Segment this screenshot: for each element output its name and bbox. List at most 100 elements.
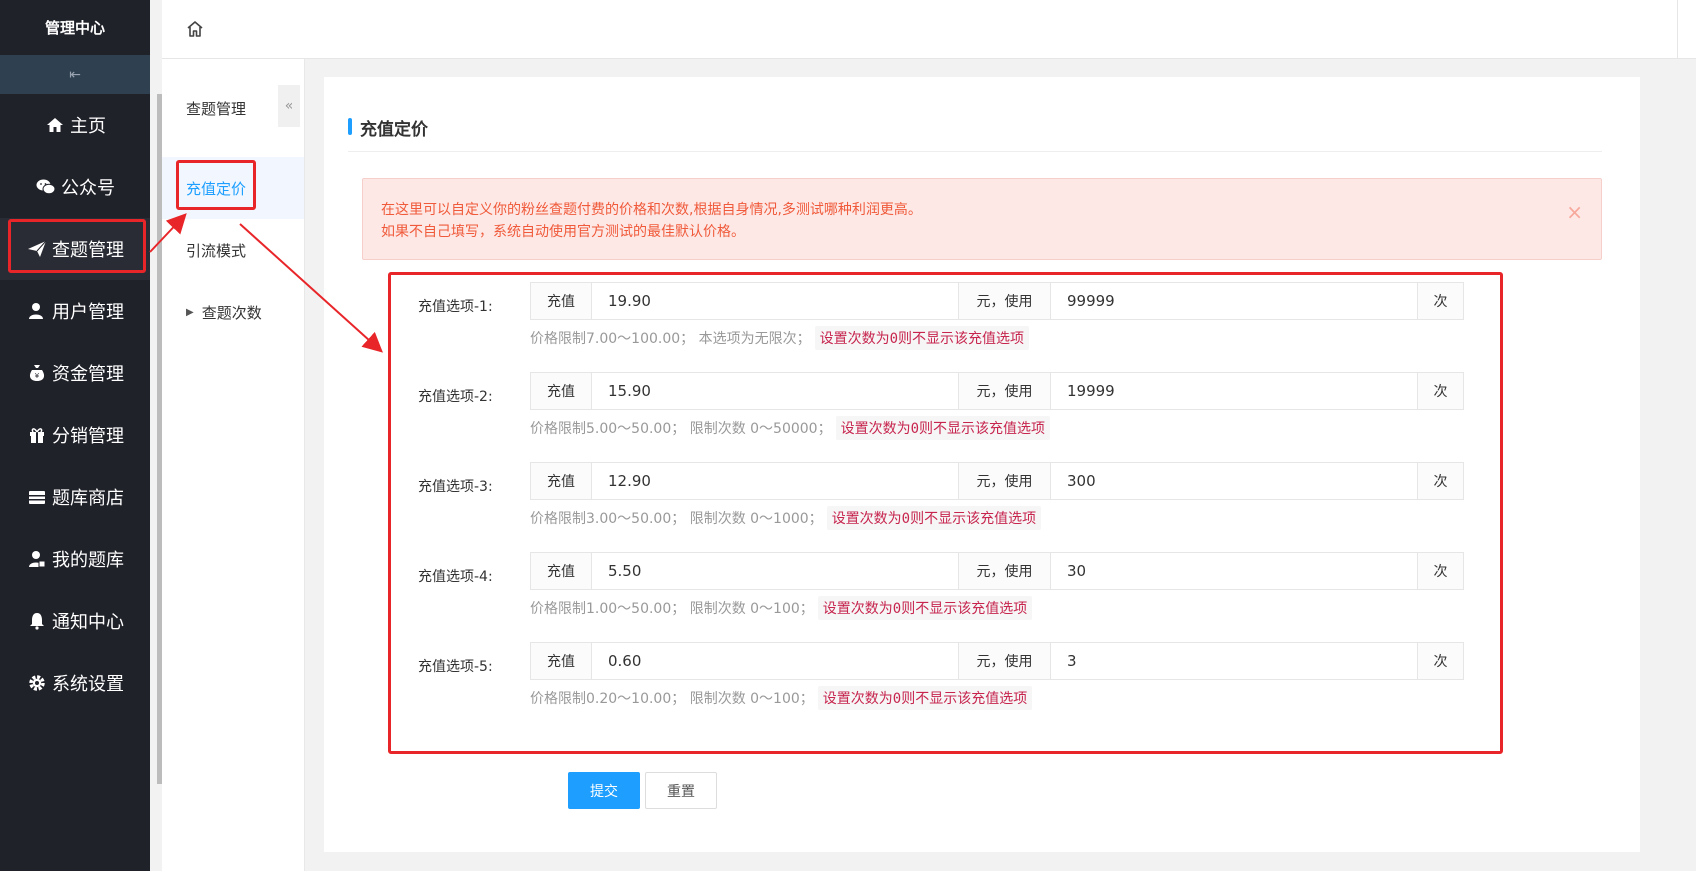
prefix-addon: 充值: [531, 283, 592, 319]
sidebar-item-my-questions[interactable]: 我的题库: [0, 528, 150, 590]
home-icon: [44, 114, 66, 136]
secondary-nav: 查题管理 « 充值定价 引流模式 ▶ 查题次数: [162, 59, 305, 871]
middle-addon: 元，使用: [958, 283, 1051, 319]
option-label: 充值选项-5:: [418, 659, 493, 675]
option-hint: 价格限制5.00～50.00； 限制次数 0～50000； 设置次数为0则不显示…: [530, 416, 1051, 440]
caret-right-icon: ▶: [186, 306, 194, 318]
hint-text: 价格限制3.00～50.00； 限制次数 0～1000；: [530, 511, 823, 527]
recharge-option-row: 充值选项-3: 充值 元，使用 次 价格限制3.00～50.00； 限制次数 0…: [362, 450, 1602, 548]
sidebar-item-label: 公众号: [61, 178, 115, 199]
price-input[interactable]: [592, 463, 958, 499]
wechat-icon: [35, 176, 57, 198]
sidebar-item-query-management[interactable]: 查题管理: [0, 218, 150, 280]
option-hint: 价格限制7.00～100.00； 本选项为无限次； 设置次数为0则不显示该充值选…: [530, 326, 1030, 350]
option-hint: 价格限制1.00～50.00； 限制次数 0～100； 设置次数为0则不显示该充…: [530, 596, 1033, 620]
price-input[interactable]: [592, 373, 958, 409]
hint-note: 设置次数为0则不显示该充值选项: [817, 596, 1033, 620]
option-label: 充值选项-4:: [418, 569, 493, 585]
subnav-item-label: 充值定价: [186, 179, 247, 198]
subnav-item-label: 查题次数: [201, 303, 262, 322]
price-input[interactable]: [592, 553, 958, 589]
bell-icon: [26, 610, 48, 632]
sidebar-item-funds[interactable]: ¥ 资金管理: [0, 342, 150, 404]
suffix-addon: 次: [1417, 283, 1463, 319]
secondary-nav-fold-button[interactable]: «: [278, 85, 300, 127]
option-input-group: 充值 元，使用 次: [530, 372, 1464, 410]
subnav-item-label: 引流模式: [186, 241, 247, 260]
subnav-item-recharge-pricing[interactable]: 充值定价: [162, 157, 304, 219]
store-icon: [26, 486, 48, 508]
sidebar-item-label: 主页: [70, 116, 106, 137]
option-input-group: 充值 元，使用 次: [530, 282, 1464, 320]
hint-note: 设置次数为0则不显示该充值选项: [835, 416, 1051, 440]
gift-icon: [26, 424, 48, 446]
hint-text: 价格限制5.00～50.00； 限制次数 0～50000；: [530, 421, 832, 437]
home-button[interactable]: [184, 18, 206, 40]
count-input[interactable]: [1051, 373, 1417, 409]
middle-addon: 元，使用: [958, 643, 1051, 679]
recharge-option-row: 充值选项-2: 充值 元，使用 次 价格限制5.00～50.00； 限制次数 0…: [362, 360, 1602, 458]
sidebar-item-label: 题库商店: [52, 488, 124, 509]
hint-text: 价格限制7.00～100.00； 本选项为无限次；: [530, 331, 811, 347]
sidebar-item-label: 我的题库: [52, 550, 124, 571]
subnav-item-traffic-mode[interactable]: 引流模式: [162, 219, 304, 281]
hint-note: 设置次数为0则不显示该充值选项: [817, 686, 1033, 710]
main-card: 充值定价 在这里可以自定义你的粉丝查题付费的价格和次数,根据自身情况,多测试哪种…: [324, 77, 1640, 852]
header-divider: [1677, 0, 1678, 59]
alert-line-1: 在这里可以自定义你的粉丝查题付费的价格和次数,根据自身情况,多测试哪种利润更高。: [381, 202, 922, 218]
option-hint: 价格限制0.20～10.00； 限制次数 0～100； 设置次数为0则不显示该充…: [530, 686, 1033, 710]
user-book-icon: [26, 548, 48, 570]
sidebar-item-notifications[interactable]: 通知中心: [0, 590, 150, 652]
submit-button[interactable]: 提交: [568, 772, 640, 809]
suffix-addon: 次: [1417, 373, 1463, 409]
option-label: 充值选项-3:: [418, 479, 493, 495]
prefix-addon: 充值: [531, 643, 592, 679]
option-input-group: 充值 元，使用 次: [530, 642, 1464, 680]
hint-note: 设置次数为0则不显示该充值选项: [826, 506, 1042, 530]
suffix-addon: 次: [1417, 463, 1463, 499]
paper-plane-icon: [26, 238, 48, 260]
price-input[interactable]: [592, 283, 958, 319]
sidebar-menu: 主页 公众号 查题管理 用户管理 ¥ 资金管理 分销管理 题库商店 我的题库 通…: [0, 94, 150, 714]
info-alert: 在这里可以自定义你的粉丝查题付费的价格和次数,根据自身情况,多测试哪种利润更高。…: [362, 178, 1602, 260]
hint-text: 价格限制0.20～10.00； 限制次数 0～100；: [530, 691, 814, 707]
sidebar-item-wechat[interactable]: 公众号: [0, 156, 150, 218]
sidebar-item-label: 系统设置: [52, 674, 124, 695]
sidebar-item-label: 资金管理: [52, 364, 124, 385]
middle-addon: 元，使用: [958, 463, 1051, 499]
sidebar-item-settings[interactable]: 系统设置: [0, 652, 150, 714]
option-label: 充值选项-1:: [418, 299, 493, 315]
alert-line-2: 如果不自己填写，系统自动使用官方测试的最佳默认价格。: [381, 224, 745, 240]
option-input-group: 充值 元，使用 次: [530, 552, 1464, 590]
sidebar-item-home[interactable]: 主页: [0, 94, 150, 156]
count-input[interactable]: [1051, 643, 1417, 679]
recharge-option-row: 充值选项-1: 充值 元，使用 次 价格限制7.00～100.00； 本选项为无…: [362, 270, 1602, 368]
count-input[interactable]: [1051, 553, 1417, 589]
main-sidebar: 管理中心 ⇤ 主页 公众号 查题管理 用户管理 ¥ 资金管理 分销管理 题库商店…: [0, 0, 150, 871]
close-icon[interactable]: ×: [1566, 201, 1583, 223]
prefix-addon: 充值: [531, 463, 592, 499]
sidebar-item-users[interactable]: 用户管理: [0, 280, 150, 342]
recharge-option-row: 充值选项-5: 充值 元，使用 次 价格限制0.20～10.00； 限制次数 0…: [362, 630, 1602, 728]
sidebar-item-label: 用户管理: [52, 302, 124, 323]
sidebar-item-label: 通知中心: [52, 612, 124, 633]
middle-addon: 元，使用: [958, 373, 1051, 409]
sidebar-item-distribution[interactable]: 分销管理: [0, 404, 150, 466]
top-header: [162, 0, 1696, 59]
svg-text:¥: ¥: [35, 372, 40, 380]
gear-icon: [26, 672, 48, 694]
reset-button[interactable]: 重置: [645, 772, 717, 809]
recharge-option-row: 充值选项-4: 充值 元，使用 次 价格限制1.00～50.00； 限制次数 0…: [362, 540, 1602, 638]
sidebar-item-label: 查题管理: [52, 240, 124, 261]
home-outline-icon: [187, 21, 203, 37]
subnav-item-query-count[interactable]: ▶ 查题次数: [162, 281, 304, 343]
option-label: 充值选项-2:: [418, 389, 493, 405]
price-input[interactable]: [592, 643, 958, 679]
count-input[interactable]: [1051, 283, 1417, 319]
sidebar-collapse-button[interactable]: ⇤: [0, 55, 150, 94]
sidebar-item-question-store[interactable]: 题库商店: [0, 466, 150, 528]
count-input[interactable]: [1051, 463, 1417, 499]
option-input-group: 充值 元，使用 次: [530, 462, 1464, 500]
prefix-addon: 充值: [531, 373, 592, 409]
double-chevron-left-icon: «: [284, 98, 294, 114]
